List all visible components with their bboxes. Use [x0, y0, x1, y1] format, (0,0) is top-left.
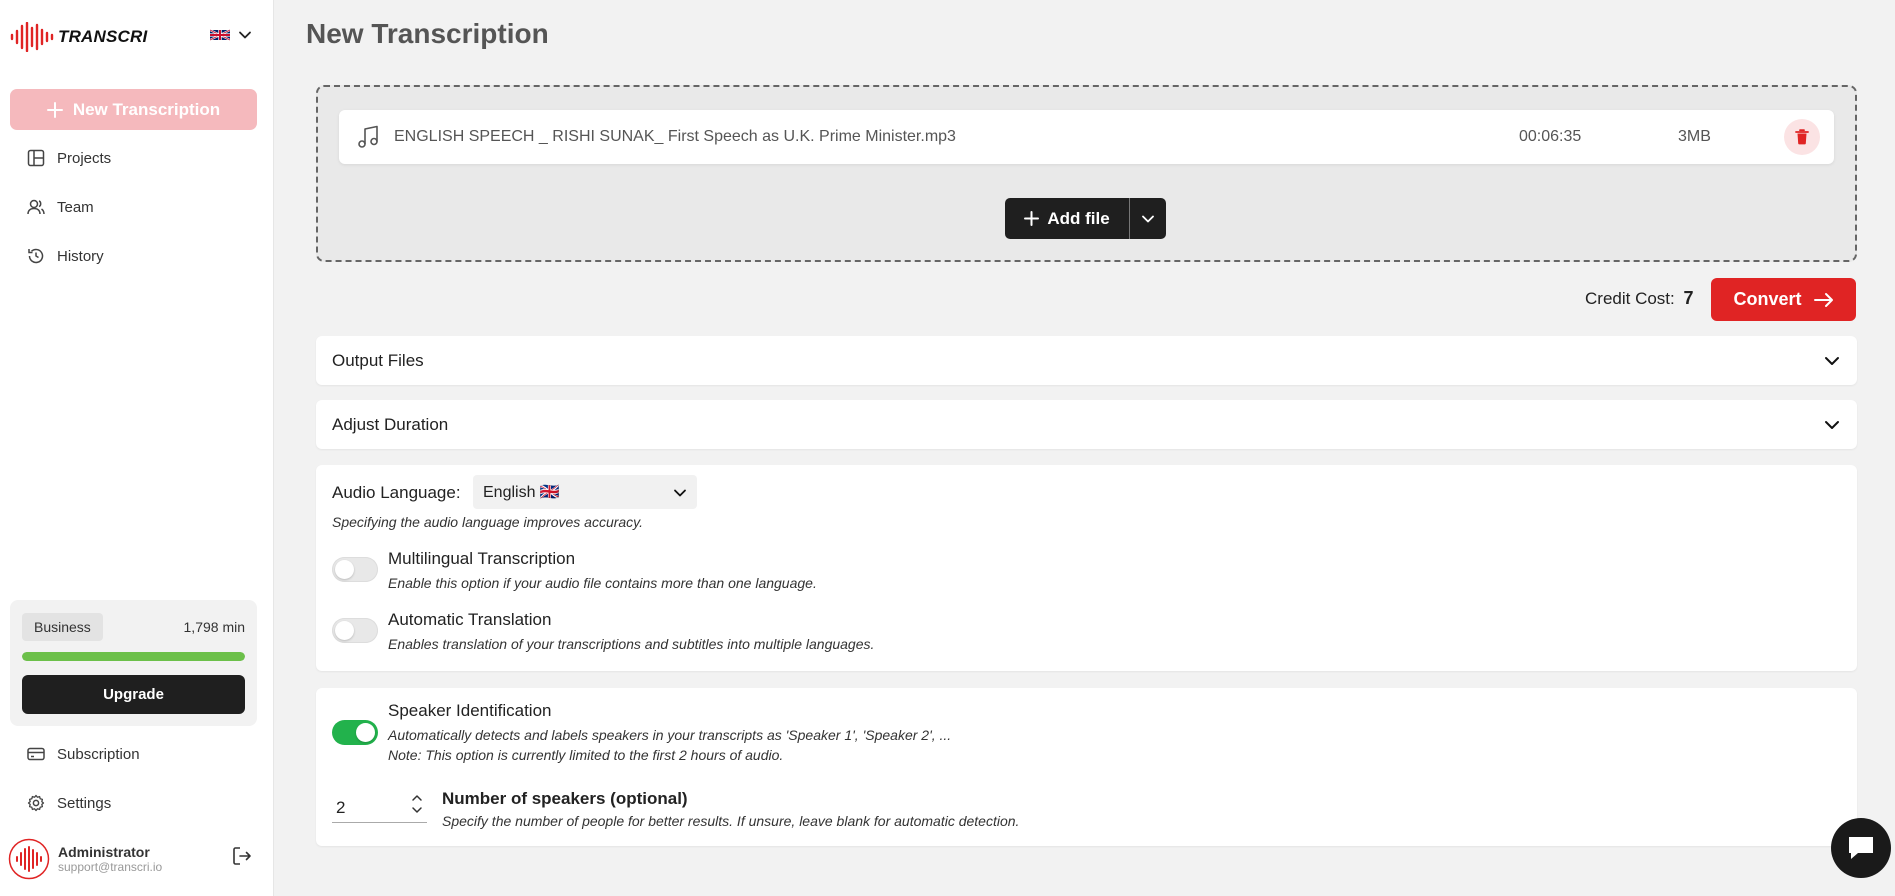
- translation-desc: Enables translation of your transcriptio…: [388, 636, 875, 652]
- new-transcription-label: New Transcription: [72, 99, 221, 119]
- chat-bubble-icon: [1849, 837, 1873, 859]
- translation-title: Automatic Translation: [388, 610, 552, 629]
- plus-icon: [46, 101, 63, 118]
- accordion-output-files[interactable]: Output Files: [316, 336, 1857, 385]
- speaker-identification-toggle[interactable]: [332, 720, 378, 745]
- speaker-count-title: Number of speakers (optional): [442, 789, 688, 808]
- speaker-identification-title: Speaker Identification: [388, 701, 552, 720]
- multilingual-toggle[interactable]: [332, 557, 378, 582]
- arrow-right-icon: [1813, 292, 1833, 307]
- accordion-adjust-duration[interactable]: Adjust Duration: [316, 400, 1857, 449]
- users-icon: [27, 199, 45, 215]
- credit-cost-value: 7: [1683, 288, 1694, 308]
- file-dropzone[interactable]: ENGLISH SPEECH _ RISHI SUNAK_ First Spee…: [316, 85, 1857, 262]
- file-duration: 00:06:35: [1519, 128, 1582, 145]
- layout-icon: [27, 149, 45, 167]
- speaker-options-card: Speaker Identification Automatically det…: [316, 688, 1857, 846]
- user-email: support@transcri.io: [58, 860, 163, 874]
- uk-flag-icon: [210, 29, 230, 41]
- user-name: Administrator: [58, 844, 150, 860]
- speaker-count-stepper[interactable]: [411, 793, 423, 815]
- credit-cost: Credit Cost: 7: [1585, 288, 1694, 309]
- sidebar-item-team[interactable]: Team: [27, 198, 94, 216]
- language-switcher[interactable]: [210, 28, 252, 42]
- new-transcription-button[interactable]: New Transcription: [10, 89, 257, 130]
- sidebar-item-history[interactable]: History: [27, 247, 104, 265]
- sidebar-item-label: History: [57, 247, 104, 265]
- logout-icon: [233, 847, 251, 865]
- soundwave-icon: [10, 22, 54, 52]
- upgrade-button[interactable]: Upgrade: [22, 675, 245, 714]
- convert-label: Convert: [1733, 289, 1802, 309]
- usage-progress-bar: [22, 652, 245, 661]
- chevron-down-icon: [674, 489, 686, 497]
- accordion-label: Adjust Duration: [332, 414, 449, 434]
- plan-card: Business 1,798 min Upgrade: [10, 600, 257, 726]
- speaker-identification-note: Note: This option is currently limited t…: [388, 747, 784, 763]
- accordion-label: Output Files: [332, 350, 424, 370]
- sidebar-item-subscription[interactable]: Subscription: [27, 745, 140, 763]
- delete-file-button[interactable]: [1784, 119, 1820, 155]
- sidebar: TRANSCRI New Transcription Projects Team…: [0, 0, 274, 896]
- toggle-knob: [335, 621, 354, 640]
- avatar: [8, 838, 50, 880]
- chevron-up-icon[interactable]: [411, 793, 423, 803]
- speaker-count-desc: Specify the number of people for better …: [442, 813, 1020, 829]
- speaker-identification-desc: Automatically detects and labels speaker…: [388, 727, 952, 743]
- audio-language-label: Audio Language:: [332, 483, 461, 502]
- sidebar-item-label: Subscription: [57, 745, 140, 763]
- history-icon: [28, 248, 44, 264]
- add-file-group: Add file: [1005, 198, 1166, 239]
- trash-icon: [1795, 129, 1809, 145]
- chevron-down-icon: [1142, 215, 1154, 222]
- sidebar-item-label: Team: [57, 198, 94, 216]
- logout-button[interactable]: [232, 846, 252, 871]
- chat-widget-button[interactable]: [1831, 818, 1891, 878]
- add-file-options-button[interactable]: [1129, 198, 1166, 239]
- sidebar-item-label: Settings: [57, 794, 112, 812]
- sidebar-item-settings[interactable]: Settings: [27, 794, 111, 812]
- convert-button[interactable]: Convert: [1711, 278, 1856, 321]
- credit-cost-label: Credit Cost:: [1585, 289, 1675, 308]
- plan-minutes: 1,798 min: [183, 619, 245, 635]
- chevron-down-icon: [1825, 421, 1839, 429]
- audio-language-hint: Specifying the audio language improves a…: [332, 514, 644, 530]
- add-file-label: Add file: [1047, 208, 1110, 228]
- toggle-knob: [356, 723, 375, 742]
- plus-icon: [1024, 211, 1040, 226]
- music-note-icon: [358, 125, 378, 148]
- chevron-down-icon: [239, 31, 251, 39]
- language-options-card: Audio Language: English 🇬🇧 Specifying th…: [316, 465, 1857, 671]
- file-name: ENGLISH SPEECH _ RISHI SUNAK_ First Spee…: [394, 128, 956, 145]
- credit-card-icon: [27, 747, 45, 761]
- gear-icon: [27, 794, 45, 812]
- usage-progress-fill: [22, 652, 245, 661]
- audio-language-select[interactable]: English 🇬🇧: [473, 475, 697, 509]
- logo-text: TRANSCRI: [58, 27, 148, 46]
- user-profile[interactable]: Administrator support@transcri.io: [8, 838, 162, 880]
- multilingual-desc: Enable this option if your audio file co…: [388, 575, 817, 591]
- toggle-knob: [335, 560, 354, 579]
- multilingual-title: Multilingual Transcription: [388, 549, 576, 568]
- logo[interactable]: TRANSCRI: [10, 22, 147, 52]
- chevron-down-icon[interactable]: [411, 805, 423, 815]
- chevron-down-icon: [1825, 357, 1839, 365]
- sidebar-item-projects[interactable]: Projects: [27, 149, 111, 167]
- plan-badge: Business: [22, 613, 103, 641]
- page-title: New Transcription: [306, 18, 549, 49]
- file-row: ENGLISH SPEECH _ RISHI SUNAK_ First Spee…: [339, 110, 1834, 164]
- translation-toggle[interactable]: [332, 618, 378, 643]
- add-file-button[interactable]: Add file: [1005, 198, 1129, 239]
- audio-language-value: English 🇬🇧: [483, 484, 560, 501]
- sidebar-item-label: Projects: [57, 149, 112, 167]
- file-size: 3MB: [1678, 128, 1711, 145]
